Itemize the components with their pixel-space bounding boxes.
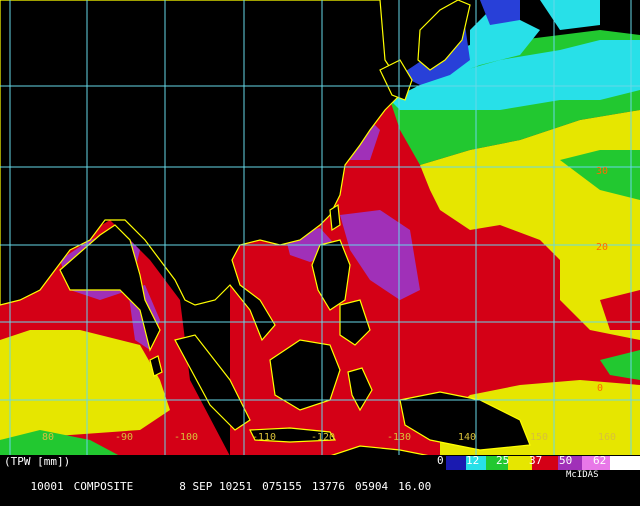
lon-label: 80 [42,432,54,443]
lat-label: 20 [596,242,608,253]
longitude-labels: 80 -90 -100 -110 -120 -130 140 150 160 [42,432,616,443]
composite-id: 10001 [30,480,64,493]
legend-label: 75 [625,454,639,467]
tpw-composite-map: 80 -90 -100 -110 -120 -130 140 150 160 3… [0,0,640,456]
lon-label: 140 [458,432,476,443]
lat-label: 0 [597,383,603,394]
lon-label: -130 [387,432,411,443]
time-text: 075155 [262,480,302,493]
lon-label: -120 [311,432,335,443]
lon-label: 150 [530,432,548,443]
legend-label: 0 [437,454,444,467]
mcidas-logo: McIDAS [566,470,599,480]
composite-label: COMPOSITE [73,480,134,493]
legend-label: 12 [466,454,480,467]
lon-label: 160 [598,432,616,443]
field-num2: 05904 [354,480,389,493]
legend-label: 25 [496,454,510,467]
date-text: 8 SEP 10251 [179,480,253,493]
status-bar: (TPW [mm]) 10001 COMPOSITE 8 SEP 10251 0751… [0,454,640,493]
field-num3: 16.00 [398,480,432,493]
field-num1: 13776 [311,480,345,493]
lon-label: -100 [174,432,198,443]
lat-label: 30 [596,166,608,177]
lon-label: -110 [252,432,276,443]
legend-label: 37 [529,454,543,467]
info-line: 10001 COMPOSITE 8 SEP 10251 075155 13776 0590… [4,467,441,506]
lon-label: -90 [115,432,133,443]
legend-label: 62 [593,454,607,467]
legend-label: 50 [559,454,573,467]
